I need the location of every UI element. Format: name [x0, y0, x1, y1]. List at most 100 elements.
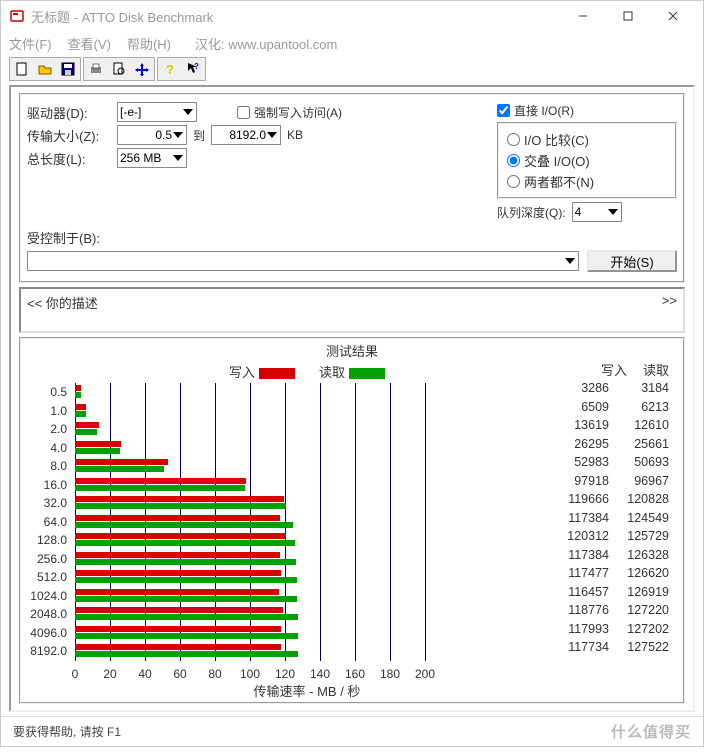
write-value: 119666 — [559, 492, 609, 506]
settings-panel: 驱动器(D): [-e-] 强制写入访问(A) 传输大小(Z): 0.5 到 8… — [19, 93, 685, 283]
y-tick-label: 64.0 — [44, 515, 67, 529]
result-panel: 测试结果 写入 读取 0.51.02.04.08.016.032.064.012… — [19, 337, 685, 704]
write-value: 117993 — [559, 622, 609, 636]
result-row: 9791896967 — [539, 472, 679, 491]
controlled-by-select[interactable] — [27, 251, 579, 271]
write-bar — [75, 478, 246, 484]
write-bar — [75, 441, 121, 447]
legend-write-label: 写入 — [229, 365, 255, 380]
result-row: 116457126919 — [539, 583, 679, 602]
y-tick-label: 1024.0 — [30, 589, 67, 603]
io-mode-group: I/O 比较(C) 交叠 I/O(O) 两者都不(N) — [497, 122, 677, 199]
direct-io-label: 直接 I/O(R) — [514, 102, 574, 119]
result-row: 117477126620 — [539, 564, 679, 583]
col-read-label: 读取 — [643, 360, 669, 379]
io-compare-radio[interactable] — [507, 133, 520, 146]
result-row: 32863184 — [539, 379, 679, 398]
y-tick-label: 0.5 — [50, 385, 67, 399]
maximize-button[interactable] — [605, 2, 650, 30]
print-button[interactable] — [85, 59, 107, 79]
description-text-right: >> — [662, 293, 677, 327]
read-bar — [75, 429, 97, 435]
transfer-size-label: 传输大小(Z): — [27, 126, 117, 145]
read-bar — [75, 503, 286, 509]
result-row: 65096213 — [539, 398, 679, 417]
write-bar — [75, 422, 99, 428]
chart-legend: 写入 读取 — [75, 360, 539, 383]
grid-line — [425, 383, 426, 661]
drive-select[interactable]: [-e-] — [117, 102, 197, 122]
result-row: 117993127202 — [539, 620, 679, 639]
write-value: 117384 — [559, 511, 609, 525]
result-row: 1361912610 — [539, 416, 679, 435]
write-bar — [75, 404, 86, 410]
help-button[interactable]: ? — [159, 59, 181, 79]
read-value: 127220 — [619, 603, 669, 617]
kb-label: KB — [287, 128, 303, 142]
grid-line — [390, 383, 391, 661]
result-row: 2629525661 — [539, 435, 679, 454]
context-help-button[interactable]: ? — [182, 59, 204, 79]
close-button[interactable] — [650, 2, 695, 30]
force-write-label: 强制写入访问(A) — [254, 104, 342, 121]
y-tick-label: 2048.0 — [30, 607, 67, 621]
x-tick-label: 200 — [415, 667, 435, 681]
read-bar — [75, 392, 81, 398]
write-bar — [75, 385, 81, 391]
read-bar — [75, 633, 298, 639]
force-write-checkbox[interactable] — [237, 106, 250, 119]
x-tick-label: 100 — [240, 667, 260, 681]
minimize-button[interactable] — [560, 2, 605, 30]
menu-view[interactable]: 查看(V) — [68, 34, 111, 53]
legend-write-swatch — [259, 368, 295, 379]
menu-help[interactable]: 帮助(H) — [127, 34, 171, 53]
menubar: 文件(F) 查看(V) 帮助(H) 汉化: www.upantool.com — [1, 31, 703, 55]
size-from-select[interactable]: 0.5 — [117, 125, 187, 145]
read-bar — [75, 596, 297, 602]
length-select[interactable]: 256 MB — [117, 148, 187, 168]
y-tick-label: 8192.0 — [30, 644, 67, 658]
write-bar — [75, 459, 168, 465]
read-bar — [75, 411, 86, 417]
write-value: 13619 — [559, 418, 609, 432]
open-button[interactable] — [34, 59, 56, 79]
menu-file[interactable]: 文件(F) — [9, 34, 52, 53]
chart-area: 写入 读取 0.51.02.04.08.016.032.064.0128.025… — [25, 360, 539, 700]
read-bar — [75, 540, 295, 546]
queue-depth-select[interactable]: 4 — [572, 202, 622, 222]
watermark: 什么值得买 — [611, 721, 691, 742]
write-bar — [75, 589, 279, 595]
menu-translation-credit: 汉化: www.upantool.com — [195, 34, 337, 53]
x-axis-title: 传输速率 - MB / 秒 — [75, 681, 539, 700]
read-bar — [75, 577, 297, 583]
read-value: 126620 — [619, 566, 669, 580]
read-value: 120828 — [619, 492, 669, 506]
result-row: 117384124549 — [539, 509, 679, 528]
y-tick-label: 4096.0 — [30, 626, 67, 640]
print-preview-button[interactable] — [108, 59, 130, 79]
size-to-select[interactable]: 8192.0 — [211, 125, 281, 145]
read-bar — [75, 522, 293, 528]
save-button[interactable] — [57, 59, 79, 79]
read-value: 126919 — [619, 585, 669, 599]
y-tick-label: 2.0 — [50, 422, 67, 436]
y-tick-label: 1.0 — [50, 404, 67, 418]
x-tick-label: 160 — [345, 667, 365, 681]
description-box[interactable]: << 你的描述 >> — [19, 287, 685, 333]
move-button[interactable] — [131, 59, 153, 79]
write-bar — [75, 533, 286, 539]
start-button[interactable]: 开始(S) — [587, 250, 677, 272]
write-bar — [75, 644, 281, 650]
y-tick-label: 8.0 — [50, 459, 67, 473]
overlap-io-radio[interactable] — [507, 154, 520, 167]
write-bar — [75, 626, 281, 632]
queue-depth-label: 队列深度(Q): — [497, 204, 566, 221]
legend-read-label: 读取 — [319, 365, 345, 380]
neither-radio[interactable] — [507, 175, 520, 188]
length-label: 总长度(L): — [27, 149, 117, 168]
read-bar — [75, 448, 120, 454]
write-bar — [75, 552, 280, 558]
direct-io-checkbox[interactable] — [497, 104, 510, 117]
new-button[interactable] — [11, 59, 33, 79]
app-window: 无标题 - ATTO Disk Benchmark 文件(F) 查看(V) 帮助… — [0, 0, 704, 747]
